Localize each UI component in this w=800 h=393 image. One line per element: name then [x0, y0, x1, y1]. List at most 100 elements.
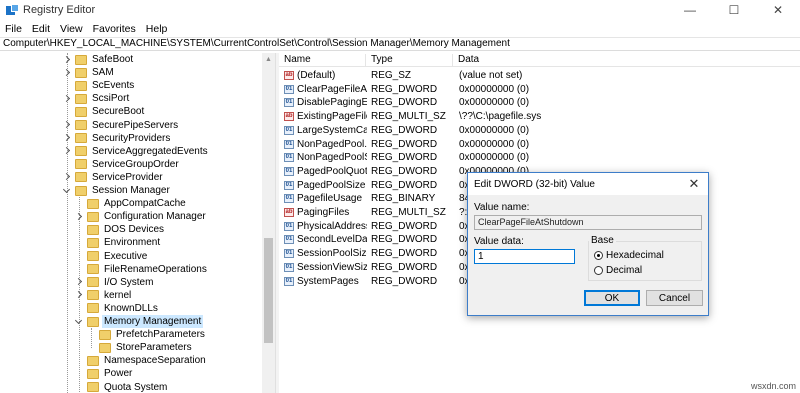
window-title: Registry Editor	[23, 4, 96, 16]
menu-view[interactable]: View	[55, 23, 88, 35]
decimal-radio[interactable]	[594, 266, 603, 275]
tree-item[interactable]: SecureBoot	[62, 105, 146, 118]
scroll-thumb[interactable]	[264, 238, 273, 343]
tree-item[interactable]: Session Manager	[62, 184, 172, 197]
chevron-right-icon[interactable]	[74, 277, 84, 287]
tree-item-label: ScsiPort	[92, 93, 130, 105]
hexadecimal-option[interactable]: Hexadecimal	[594, 250, 664, 261]
tree-scrollbar[interactable]: ▲	[262, 53, 275, 393]
tree-item[interactable]: SAM	[62, 66, 116, 79]
chevron-down-icon[interactable]	[74, 317, 84, 327]
tree-item[interactable]: Configuration Manager	[74, 210, 208, 223]
tree-item[interactable]: ServiceProvider	[62, 171, 165, 184]
decimal-option[interactable]: Decimal	[594, 265, 642, 276]
chevron-right-icon[interactable]	[62, 68, 72, 78]
tree-item[interactable]: ScEvents	[62, 79, 136, 92]
column-data[interactable]: Data	[453, 54, 800, 66]
value-type: REG_DWORD	[371, 83, 438, 95]
value-row[interactable]: ab (Default) REG_SZ (value not set)	[279, 69, 800, 83]
folder-icon	[75, 67, 87, 78]
binary-value-icon: 01	[284, 194, 294, 204]
tree-item[interactable]: Power	[74, 367, 134, 380]
maximize-icon[interactable]: ☐	[712, 0, 756, 20]
close-icon[interactable]: ✕	[756, 0, 800, 20]
ok-button[interactable]: OK	[584, 290, 640, 306]
tree-item-label: Configuration Manager	[104, 211, 206, 223]
folder-icon	[99, 342, 111, 353]
tree-item-label: Session Manager	[92, 185, 170, 196]
tree-item[interactable]: ServiceGroupOrder	[62, 158, 181, 171]
value-data: \??\C:\pagefile.sys	[459, 111, 542, 123]
tree-item[interactable]: Environment	[74, 236, 162, 249]
tree-item[interactable]: Quota System	[74, 381, 169, 393]
folder-icon	[99, 329, 111, 340]
chevron-right-icon[interactable]	[62, 120, 72, 130]
value-row[interactable]: 01ClearPageFileAt... REG_DWORD 0x00000000 …	[279, 83, 800, 97]
tree-item[interactable]: I/O System	[74, 276, 155, 289]
binary-value-icon: 01	[284, 166, 294, 176]
tree-item[interactable]: StoreParameters	[86, 341, 194, 354]
tree-item[interactable]: AppCompatCache	[74, 197, 188, 210]
value-row[interactable]: 01LargeSystemCac... REG_DWORD 0x00000000 (…	[279, 124, 800, 138]
chevron-right-icon[interactable]	[62, 94, 72, 104]
string-value-icon: ab	[284, 112, 294, 122]
folder-icon	[87, 251, 99, 261]
tree-item-label: KnownDLLs	[104, 302, 158, 314]
hexadecimal-radio[interactable]	[594, 251, 603, 260]
chevron-right-icon[interactable]	[62, 146, 72, 156]
tree-item-label: NamespaceSeparation	[104, 355, 206, 367]
tree-item[interactable]: Memory Management	[74, 315, 204, 328]
tree-item[interactable]: kernel	[74, 289, 133, 302]
menu-edit[interactable]: Edit	[27, 23, 55, 35]
tree-item[interactable]: SecurityProviders	[62, 132, 172, 145]
chevron-right-icon[interactable]	[62, 133, 72, 143]
tree-item[interactable]: Executive	[74, 250, 149, 263]
value-type: REG_DWORD	[371, 165, 438, 177]
tree-item[interactable]: NamespaceSeparation	[74, 354, 208, 367]
tree-item-label: StoreParameters	[116, 342, 192, 354]
tree-item[interactable]: SafeBoot	[62, 53, 135, 66]
folder-icon	[75, 54, 87, 65]
cancel-button[interactable]: Cancel	[646, 290, 703, 306]
tree-item[interactable]: DOS Devices	[74, 223, 166, 236]
column-type[interactable]: Type	[366, 54, 453, 66]
folder-icon	[75, 185, 87, 196]
value-name: PagedPoolSize	[297, 179, 366, 191]
chevron-right-icon[interactable]	[62, 55, 72, 65]
menu-file[interactable]: File	[0, 23, 27, 35]
chevron-right-icon[interactable]	[62, 172, 72, 182]
value-row[interactable]: 01DisablePagingEx... REG_DWORD 0x00000000 …	[279, 96, 800, 110]
chevron-down-icon[interactable]	[62, 186, 72, 196]
column-name[interactable]: Name	[279, 54, 366, 66]
tree-item[interactable]: SecurePipeServers	[62, 119, 180, 132]
tree-item[interactable]: ScsiPort	[62, 92, 131, 105]
tree-item[interactable]: PrefetchParameters	[86, 328, 207, 341]
chevron-right-icon[interactable]	[74, 212, 84, 222]
address-bar[interactable]: Computer\HKEY_LOCAL_MACHINE\SYSTEM\Curre…	[0, 37, 800, 51]
minimize-icon[interactable]: —	[668, 0, 712, 20]
value-row[interactable]: abExistingPageFiles REG_MULTI_SZ \??\C:\pa…	[279, 110, 800, 124]
binary-value-icon: 01	[284, 98, 294, 108]
value-data-input[interactable]	[474, 249, 575, 264]
value-data: 0x00000000 (0)	[459, 124, 530, 136]
tree-item[interactable]: ServiceAggregatedEvents	[62, 145, 210, 158]
tree-item-label: Environment	[104, 237, 161, 249]
menu-favorites[interactable]: Favorites	[88, 23, 141, 35]
chevron-right-icon[interactable]	[74, 290, 84, 300]
tree-item[interactable]: KnownDLLs	[74, 302, 160, 315]
value-row[interactable]: 01NonPagedPoolS... REG_DWORD 0x00000000 (0…	[279, 151, 800, 165]
value-row[interactable]: 01 NonPagedPool... REG_DWORD 0x00000000 (0)	[279, 138, 800, 152]
decimal-label: Decimal	[606, 265, 643, 276]
value-type: REG_MULTI_SZ	[371, 111, 446, 123]
folder-icon	[75, 172, 87, 183]
tree-item[interactable]: FileRenameOperations	[74, 263, 209, 276]
window-controls: — ☐ ✕	[668, 0, 800, 20]
folder-icon	[87, 303, 99, 314]
scroll-up-icon[interactable]: ▲	[262, 53, 275, 66]
value-name: SessionViewSize	[297, 261, 367, 273]
value-name: PagedPoolQuota	[297, 165, 367, 177]
value-data-label: Value data:	[474, 236, 524, 247]
value-data: 0x00000000 (0)	[459, 152, 530, 164]
dialog-close-icon[interactable]: ✕	[686, 176, 702, 192]
menu-help[interactable]: Help	[141, 23, 173, 35]
